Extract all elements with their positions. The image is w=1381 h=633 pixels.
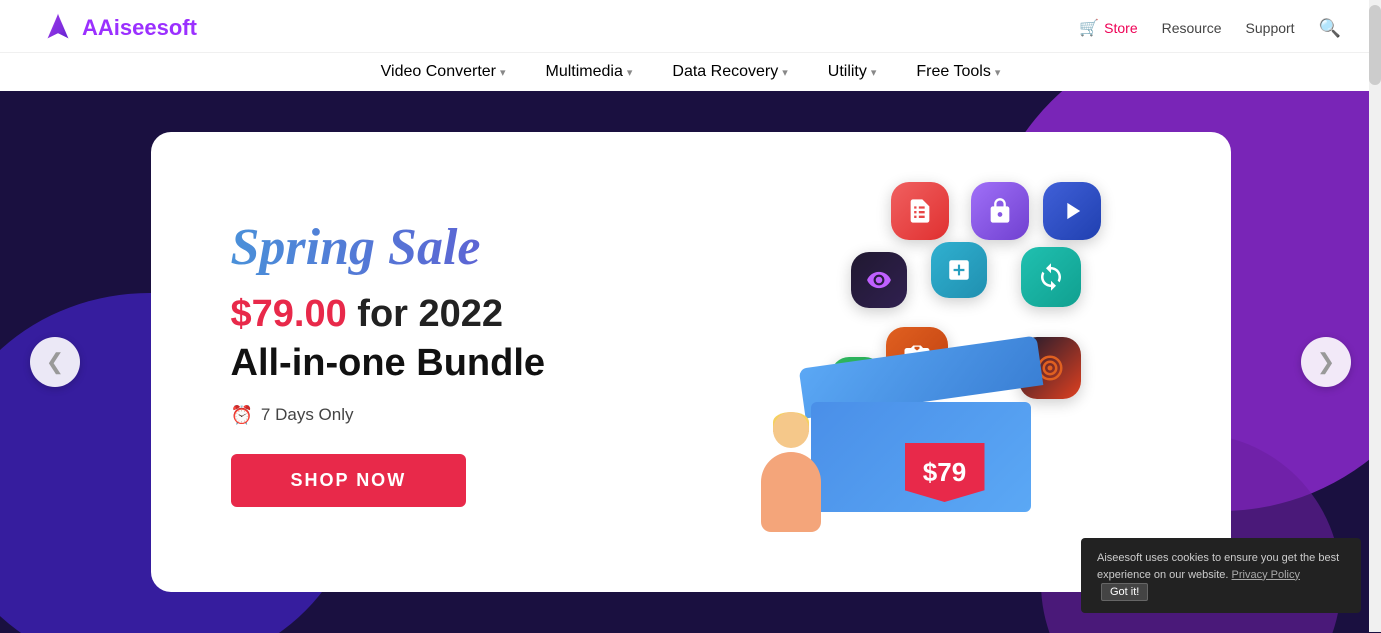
nav-item-multimedia[interactable]: Multimedia ▾: [546, 63, 633, 81]
hero-content-card: Spring Sale $79.00 for 2022 All-in-one B…: [151, 132, 1231, 592]
header-top-row: AAiseesoft 🛒 Store Resource Support 🔍: [0, 0, 1381, 53]
price-amount: $79.00: [231, 293, 347, 335]
chevron-right-icon: ❯: [1317, 349, 1335, 375]
logo[interactable]: AAiseesoft: [40, 10, 197, 46]
hero-text-area: Spring Sale $79.00 for 2022 All-in-one B…: [231, 218, 691, 507]
chevron-left-icon: ❮: [46, 349, 64, 375]
top-right-links: 🛒 Store Resource Support 🔍: [1079, 18, 1341, 39]
price-badge: $79: [905, 443, 985, 502]
hero-illustration: $79: [691, 132, 1151, 592]
nav-item-video-converter[interactable]: Video Converter ▾: [381, 63, 506, 81]
price-suffix: for 2022: [357, 293, 503, 335]
app-icon-plus1: [931, 242, 987, 298]
nav-item-utility[interactable]: Utility ▾: [828, 63, 877, 81]
app-icon-play: [1043, 182, 1101, 240]
person-illustration: [751, 412, 831, 532]
search-icon[interactable]: 🔍: [1319, 18, 1341, 39]
header: AAiseesoft 🛒 Store Resource Support 🔍 Vi…: [0, 0, 1381, 91]
chevron-down-icon: ▾: [500, 66, 506, 79]
chevron-down-icon: ▾: [995, 66, 1001, 79]
scrollbar[interactable]: [1369, 0, 1381, 632]
got-it-button[interactable]: Got it!: [1101, 583, 1148, 601]
person-body: [761, 452, 821, 532]
chevron-down-icon: ▾: [871, 66, 877, 79]
support-link[interactable]: Support: [1246, 20, 1295, 36]
privacy-policy-link[interactable]: Privacy Policy: [1232, 569, 1300, 581]
box-container: $79: [731, 172, 1111, 552]
main-nav: Video Converter ▾ Multimedia ▾ Data Reco…: [0, 53, 1381, 91]
app-icon-screen: [851, 252, 907, 308]
app-icon-lock: [971, 182, 1029, 240]
days-only: ⏰ 7 Days Only: [231, 405, 691, 426]
carousel-next-button[interactable]: ❯: [1301, 337, 1351, 387]
hero-section: ❮ Spring Sale $79.00 for 2022 All-in-one…: [0, 91, 1381, 633]
person-head: [773, 412, 809, 448]
logo-icon: [40, 10, 76, 46]
shop-now-button[interactable]: SHOP NOW: [231, 454, 467, 507]
carousel-prev-button[interactable]: ❮: [30, 337, 80, 387]
nav-item-free-tools[interactable]: Free Tools ▾: [916, 63, 1000, 81]
bundle-title: All-in-one Bundle: [231, 342, 691, 385]
resource-link[interactable]: Resource: [1162, 20, 1222, 36]
chevron-down-icon: ▾: [627, 66, 633, 79]
logo-text: AAiseesoft: [82, 15, 197, 41]
clock-icon: ⏰: [231, 405, 253, 426]
scrollbar-thumb[interactable]: [1369, 5, 1381, 85]
chevron-down-icon: ▾: [782, 66, 788, 79]
nav-item-data-recovery[interactable]: Data Recovery ▾: [672, 63, 787, 81]
app-icon-pdf: [891, 182, 949, 240]
cart-icon: 🛒: [1079, 18, 1099, 38]
app-icon-sync: [1021, 247, 1081, 307]
price-line: $79.00 for 2022: [231, 293, 691, 336]
cookie-notice: Aiseesoft uses cookies to ensure you get…: [1081, 538, 1361, 613]
cookie-text: Aiseesoft uses cookies to ensure you get…: [1097, 552, 1339, 581]
store-link[interactable]: 🛒 Store: [1079, 18, 1137, 38]
spring-sale-title: Spring Sale: [231, 218, 691, 277]
